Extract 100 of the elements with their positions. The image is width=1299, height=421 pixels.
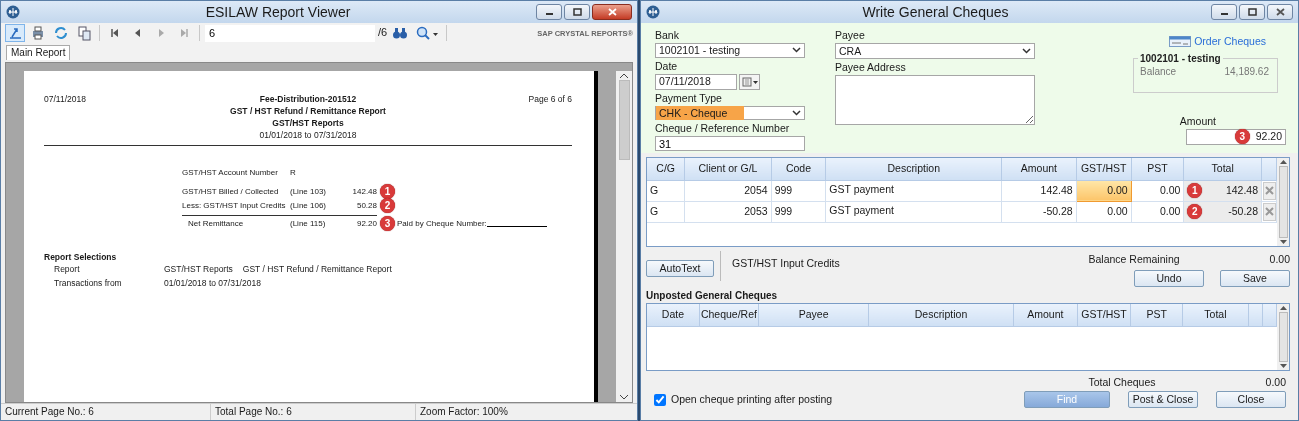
field-label: Amount	[1179, 114, 1216, 127]
selection-value: 01/01/2018 to 07/31/2018	[164, 277, 261, 290]
table-cell: 999	[771, 180, 826, 201]
action-button[interactable]: Close	[1216, 391, 1286, 408]
page-number: Page 6 of 6	[527, 93, 572, 106]
field-label: Payee	[835, 29, 866, 41]
selection-value: GST / HST Refund / Remittance Report	[242, 263, 392, 276]
column-header[interactable]: Description	[825, 158, 1002, 180]
number-marker: 3	[380, 216, 395, 231]
checkbox-label: Open cheque printing after posting	[671, 393, 833, 406]
number-marker: 2	[1187, 204, 1203, 219]
scrollbar-thumb[interactable]	[1278, 312, 1288, 362]
scrollbar[interactable]	[616, 71, 632, 402]
payee-address-field[interactable]	[835, 75, 1035, 125]
balance-value: 14,189.62	[1224, 65, 1269, 78]
field-label: Payee Address	[835, 61, 907, 73]
delete-button[interactable]	[1263, 202, 1277, 221]
payee-select[interactable]: CRA	[835, 43, 1035, 59]
page-number-field[interactable]: 6	[205, 24, 375, 42]
down-arrow-icon[interactable]	[1279, 364, 1287, 368]
bank-select[interactable]: 1002101 - testing	[655, 43, 805, 58]
number-marker: 1	[380, 184, 395, 199]
minimize-button[interactable]	[1211, 4, 1237, 20]
checkbox[interactable]	[654, 393, 666, 406]
field-label: Date	[655, 59, 679, 72]
column-header[interactable]: Cheque/Ref	[699, 304, 759, 326]
table-cell: 2054	[684, 180, 772, 201]
report-title: Fee-Distribution-201512	[258, 93, 358, 105]
balance-remaining-label: Balance Remaining	[1088, 253, 1180, 266]
up-arrow-icon[interactable]	[1279, 306, 1287, 310]
action-button[interactable]: Post & Close	[1128, 391, 1198, 408]
scrollbar[interactable]	[1277, 304, 1289, 370]
column-header[interactable]: C/G	[647, 158, 685, 180]
table-cell: GST payment	[825, 180, 1002, 201]
column-header[interactable]: Total	[1182, 304, 1249, 326]
action-button[interactable]: Save	[1220, 269, 1290, 287]
table-cell[interactable]: 0.00	[1131, 180, 1184, 201]
export-button[interactable]	[5, 24, 25, 42]
order-cheques-link[interactable]: Order Cheques	[1194, 35, 1266, 48]
table-cell[interactable]: 0.00	[1131, 201, 1184, 222]
scrollbar[interactable]	[1277, 158, 1289, 246]
cheque-number-label: Paid by Cheque Number:	[397, 217, 487, 230]
line-amount: 50.28	[355, 199, 377, 212]
column-header[interactable]: Description	[868, 304, 1014, 326]
down-arrow-icon[interactable]	[1279, 240, 1287, 244]
calendar-button[interactable]	[739, 73, 760, 90]
column-header[interactable]: PST	[1131, 158, 1184, 180]
calendar-icon	[741, 76, 758, 87]
binoculars-icon	[392, 25, 409, 41]
export-icon	[7, 25, 23, 41]
maximize-icon	[572, 8, 582, 16]
payment-type-select[interactable]: CHK - Cheque	[655, 105, 805, 121]
column-header[interactable]: Client or G/L	[684, 158, 772, 180]
column-header[interactable]: GST/HST	[1077, 304, 1131, 326]
table-cell: G	[647, 201, 685, 222]
column-header[interactable]: GST/HST	[1076, 158, 1132, 180]
action-button[interactable]: Undo	[1134, 269, 1204, 287]
scrollbar-thumb[interactable]	[618, 80, 630, 160]
table-cell: 142.48	[1001, 180, 1077, 201]
minimize-button[interactable]	[536, 4, 562, 20]
column-header[interactable]: Date	[647, 304, 700, 326]
number-marker: 2	[380, 198, 395, 213]
selection-label: Transactions from	[54, 277, 123, 290]
column-header[interactable]: Amount	[1001, 158, 1077, 180]
column-header[interactable]: PST	[1130, 304, 1183, 326]
up-arrow-icon[interactable]	[1279, 160, 1287, 164]
column-header[interactable]: Code	[771, 158, 826, 180]
maximize-button[interactable]	[1239, 4, 1265, 20]
section-heading: Report Selections	[44, 251, 118, 263]
date-field[interactable]: 07/11/2018	[655, 73, 737, 90]
app-icon	[6, 5, 20, 19]
table-cell[interactable]: 0.00	[1076, 201, 1132, 222]
maximize-icon	[1247, 8, 1257, 16]
amount-field[interactable]: 3 92.20	[1186, 128, 1286, 145]
line-number: (Line 115)	[290, 217, 327, 230]
maximize-button[interactable]	[564, 4, 590, 20]
table-cell: G	[647, 180, 685, 201]
selected-value: CHK - Cheque	[656, 105, 744, 121]
caret-icon	[792, 47, 801, 54]
selected-value: 1002101 - testing	[659, 44, 742, 57]
app-icon	[646, 5, 660, 19]
reference-field[interactable]: 31	[655, 136, 805, 151]
description-text: GST/HST Input Credits	[731, 256, 840, 271]
line-label: Net Remittance	[187, 217, 245, 230]
balance-remaining-value: 0.00	[1269, 253, 1290, 266]
line-number: (Line 106)	[290, 199, 328, 212]
autotext-button[interactable]: AutoText	[646, 260, 714, 277]
section-heading: Unposted General Cheques	[646, 290, 779, 303]
x-icon	[1265, 207, 1275, 216]
close-icon	[1275, 8, 1285, 16]
scrollbar-thumb[interactable]	[1278, 166, 1288, 238]
status-text: Total Page No.: 6	[211, 404, 416, 420]
close-button[interactable]	[592, 4, 632, 20]
close-button[interactable]	[1267, 4, 1293, 20]
column-header[interactable]: Total	[1183, 158, 1262, 180]
delete-button[interactable]	[1263, 181, 1277, 200]
table-cell: -50.28	[1001, 201, 1077, 222]
column-header[interactable]: Amount	[1013, 304, 1078, 326]
column-header[interactable]: Payee	[758, 304, 869, 326]
report-tab[interactable]: Main Report	[6, 45, 71, 60]
